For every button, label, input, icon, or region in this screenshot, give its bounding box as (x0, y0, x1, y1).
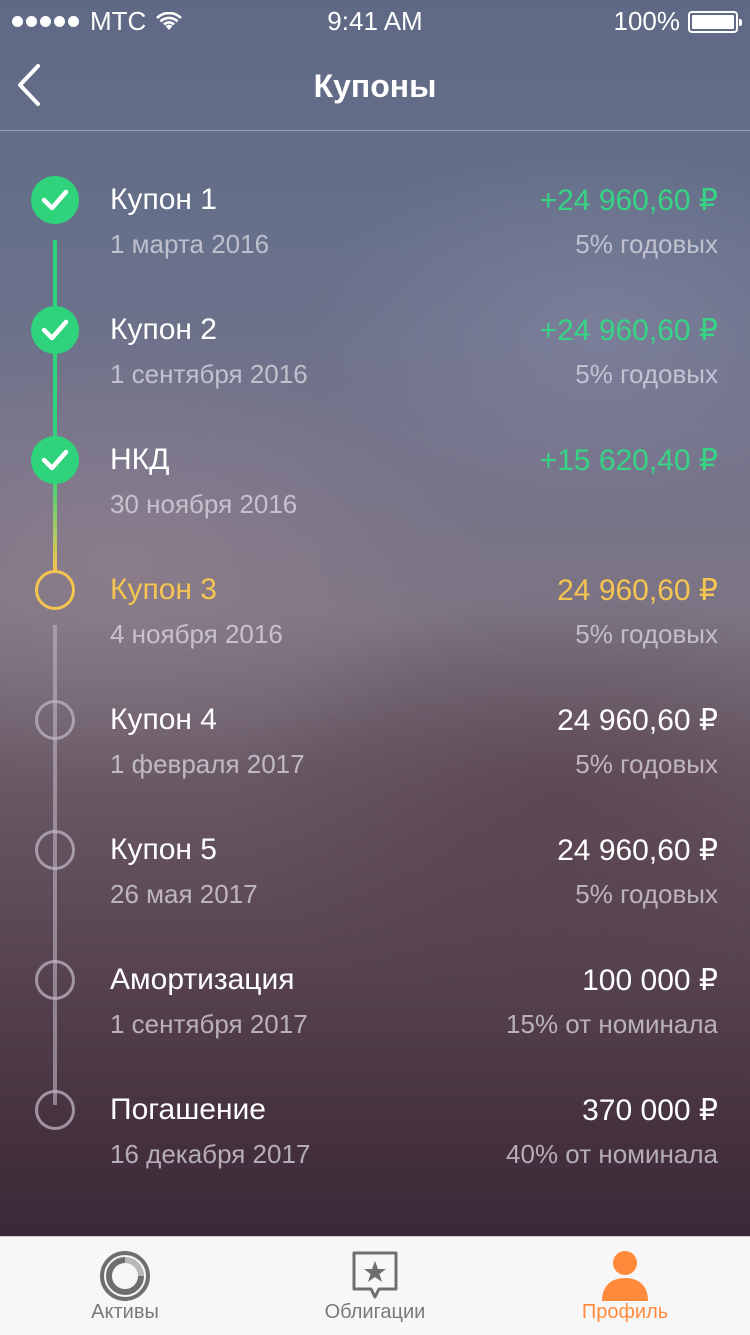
timeline-row[interactable]: Купон 4 1 февраля 2017 24 960,60 ₽ 5% годов… (0, 655, 750, 785)
bonds-star-icon (352, 1251, 398, 1299)
row-title: Амортизация (110, 963, 295, 996)
tab-bar: Активы Облигации Профиль (0, 1236, 750, 1335)
check-icon (31, 436, 79, 484)
timeline-row[interactable]: Купон 5 26 мая 2017 24 960,60 ₽ 5% годовых (0, 785, 750, 915)
row-amount: 100 000 ₽ (582, 964, 718, 997)
row-date: 1 февраля 2017 (110, 749, 305, 779)
row-amount: +15 620,40 ₽ (539, 444, 718, 477)
row-rate: 5% годовых (575, 229, 718, 259)
navigation-bar: Купоны (0, 40, 750, 131)
timeline-row[interactable]: Погашение 16 декабря 2017 370 000 ₽ 40% от … (0, 1045, 750, 1175)
status-bar: МТС 9:41 AM 100% (0, 0, 750, 40)
profile-icon (602, 1251, 648, 1301)
check-icon (31, 176, 79, 224)
row-rate: 5% годовых (575, 619, 718, 649)
row-title: Погашение (110, 1093, 266, 1126)
row-rate: 5% годовых (575, 359, 718, 389)
row-title: Купон 2 (110, 313, 217, 346)
upcoming-circle-icon (35, 570, 75, 610)
row-amount: 24 960,60 ₽ (557, 574, 718, 607)
row-title: Купон 3 (110, 573, 217, 606)
timeline-row[interactable]: Амортизация 1 сентября 2017 100 000 ₽ 15% о… (0, 915, 750, 1045)
battery-percent: 100% (613, 6, 681, 36)
row-title: НКД (110, 443, 170, 476)
row-title: Купон 1 (110, 183, 217, 216)
pending-circle-icon (35, 700, 75, 740)
tab-profile[interactable]: Профиль (500, 1237, 750, 1335)
row-title: Купон 5 (110, 833, 217, 866)
row-date: 1 сентября 2017 (110, 1009, 308, 1039)
status-right: 100% (613, 6, 742, 37)
assets-ring-icon (100, 1251, 150, 1301)
tab-label-assets: Активы (91, 1301, 159, 1323)
row-amount: +24 960,60 ₽ (539, 314, 718, 347)
row-amount: 24 960,60 ₽ (557, 704, 718, 737)
row-rate: 5% годовых (575, 879, 718, 909)
row-title: Купон 4 (110, 703, 217, 736)
row-rate: 5% годовых (575, 749, 718, 779)
row-date: 16 декабря 2017 (110, 1139, 311, 1169)
page-title: Купоны (313, 68, 437, 104)
row-rate: 40% от номинала (506, 1139, 718, 1169)
timeline-row[interactable]: Купон 1 1 марта 2016 +24 960,60 ₽ 5% годовы… (0, 135, 750, 265)
pending-circle-icon (35, 830, 75, 870)
row-date: 1 сентября 2016 (110, 359, 308, 389)
check-icon (31, 306, 79, 354)
tab-label-profile: Профиль (581, 1301, 669, 1323)
row-date: 26 мая 2017 (110, 879, 258, 909)
row-date: 30 ноября 2016 (110, 489, 298, 519)
row-date: 4 ноября 2016 (110, 619, 283, 649)
battery-icon (688, 10, 742, 33)
row-amount: 24 960,60 ₽ (557, 834, 718, 867)
timeline-row[interactable]: НКД 30 ноября 2016 +15 620,40 ₽ (0, 395, 750, 525)
row-rate: 15% от номинала (506, 1009, 718, 1039)
tab-bonds[interactable]: Облигации (250, 1237, 500, 1335)
tab-label-bonds: Облигации (324, 1301, 426, 1323)
row-amount: +24 960,60 ₽ (539, 184, 718, 217)
pending-circle-icon (35, 1090, 75, 1130)
row-date: 1 марта 2016 (110, 229, 270, 259)
timeline-row[interactable]: Купон 2 1 сентября 2016 +24 960,60 ₽ 5% год… (0, 265, 750, 395)
pending-circle-icon (35, 960, 75, 1000)
row-amount: 370 000 ₽ (582, 1094, 718, 1127)
tab-assets[interactable]: Активы (0, 1237, 250, 1335)
timeline-row[interactable]: Купон 3 4 ноября 2016 24 960,60 ₽ 5% годовы… (0, 525, 750, 655)
